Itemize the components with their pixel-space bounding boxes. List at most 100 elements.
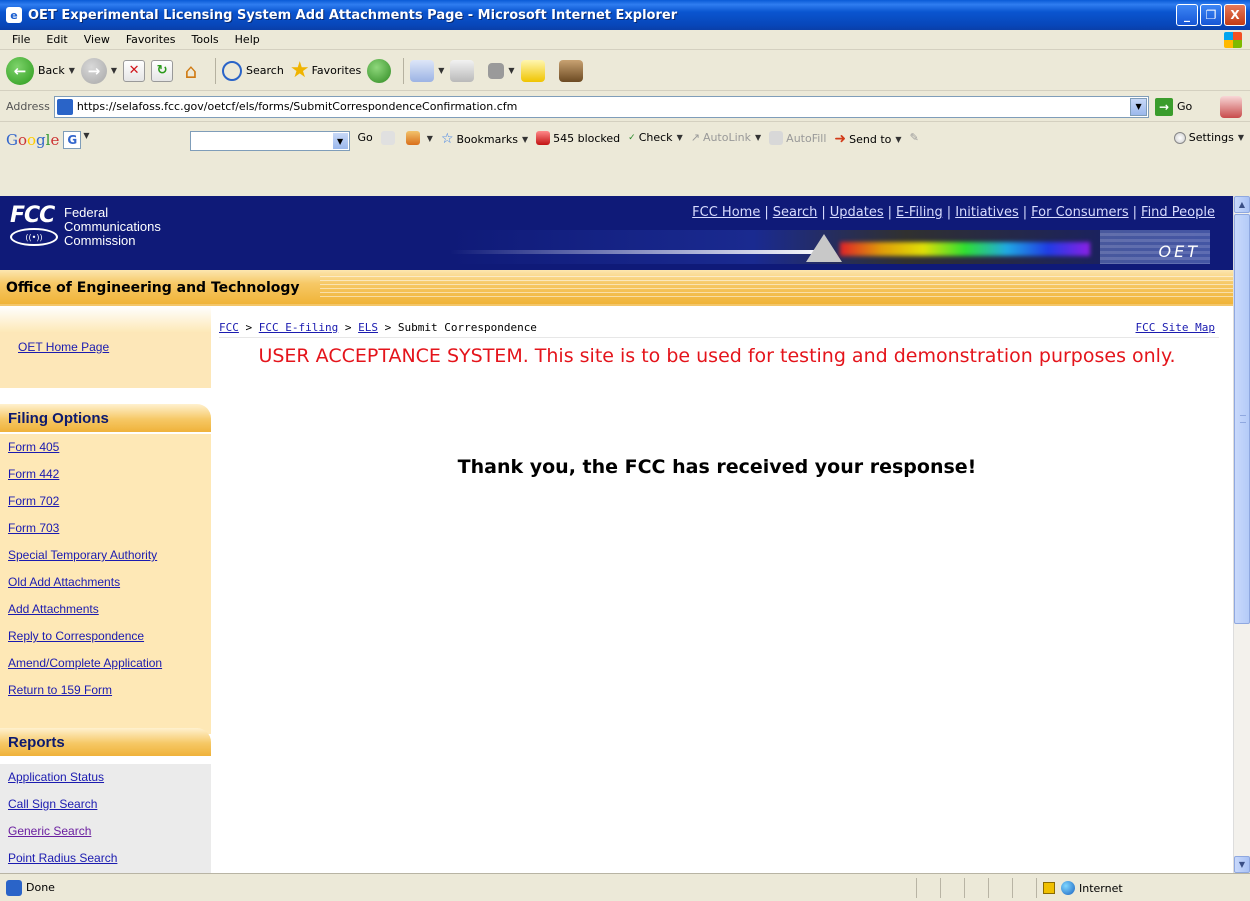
edit-button[interactable]: ▼ [488, 62, 515, 79]
menu-view[interactable]: View [76, 33, 118, 46]
pagerank-button[interactable]: ▼ [405, 131, 433, 145]
autolink-dropdown-icon[interactable]: ▼ [755, 133, 761, 142]
popup-blocker-button[interactable]: 545 blocked [536, 131, 620, 145]
nav-initiatives[interactable]: Initiatives [955, 205, 1019, 220]
pagerank-dropdown-icon[interactable]: ▼ [427, 134, 433, 143]
forward-dropdown-icon[interactable]: ▼ [111, 66, 117, 75]
print-icon [450, 59, 475, 82]
fcc-site-map-link[interactable]: FCC Site Map [1136, 321, 1215, 334]
breadcrumb-fcc[interactable]: FCC [219, 321, 239, 334]
menu-tools[interactable]: Tools [184, 33, 227, 46]
popup-blocked-count: 545 blocked [553, 131, 621, 145]
refresh-button[interactable]: ↻ [151, 59, 174, 82]
history-button[interactable] [367, 58, 392, 83]
sidebar-link-form-703[interactable]: Form 703 [0, 515, 211, 542]
google-go-button[interactable]: Go [358, 131, 373, 144]
status-pane [940, 878, 964, 898]
nav-separator: | [1132, 205, 1138, 220]
sendto-dropdown-icon[interactable]: ▼ [895, 135, 901, 144]
sidebar-link-application-status[interactable]: Application Status [0, 764, 211, 791]
bookmarks-dropdown-icon[interactable]: ▼ [522, 135, 528, 144]
sidebar-link-amend-complete-application[interactable]: Amend/Complete Application [0, 650, 211, 677]
settings-radio-icon [1173, 131, 1186, 144]
mail-dropdown-icon[interactable]: ▼ [438, 66, 444, 75]
breadcrumb-els[interactable]: ELS [358, 321, 378, 334]
nav-search[interactable]: Search [773, 205, 818, 220]
nav-updates[interactable]: Updates [830, 205, 884, 220]
links-icon[interactable] [1220, 95, 1242, 118]
forward-button[interactable]: → ▼ [80, 57, 117, 84]
search-button[interactable]: Search [222, 60, 284, 81]
nav-find-people[interactable]: Find People [1141, 205, 1215, 220]
sidebar-link-old-add-attachments[interactable]: Old Add Attachments [0, 569, 211, 596]
nav-for-consumers[interactable]: For Consumers [1031, 205, 1129, 220]
menu-edit[interactable]: Edit [38, 33, 75, 46]
sidebar-link-form-405[interactable]: Form 405 [0, 434, 211, 461]
sidebar-link-form-702[interactable]: Form 702 [0, 488, 211, 515]
internet-globe-icon [1061, 881, 1075, 895]
minimize-button[interactable]: _ [1176, 4, 1198, 26]
fcc-logo-word-commission: Commission [64, 233, 136, 248]
research-icon [558, 59, 583, 82]
nav-e-filing[interactable]: E-Filing [896, 205, 943, 220]
print-button[interactable] [450, 59, 482, 82]
sidebar-link-add-attachments[interactable]: Add Attachments [0, 596, 211, 623]
sidebar-link-point-radius-search[interactable]: Point Radius Search [0, 845, 211, 872]
bookmarks-label: Bookmarks [456, 132, 518, 146]
sidebar-link-oet-home[interactable]: OET Home Page [18, 340, 109, 354]
bookmarks-button[interactable]: ☆ Bookmarks ▼ [441, 131, 528, 147]
address-input[interactable]: https://selafoss.fcc.gov/oetcf/els/forms… [53, 95, 1150, 118]
highlight-button[interactable]: ✎ [910, 131, 919, 144]
google-search-dropdown-icon[interactable]: ▼ [332, 133, 348, 149]
window-title-bar[interactable]: e OET Experimental Licensing System Add … [0, 0, 1250, 30]
nav-fcc-home[interactable]: FCC Home [692, 205, 760, 220]
autolink-button[interactable]: ↗ AutoLink ▼ [691, 131, 761, 144]
menu-file[interactable]: File [4, 33, 38, 46]
back-dropdown-icon[interactable]: ▼ [69, 66, 75, 75]
close-button[interactable]: X [1224, 4, 1246, 26]
sendto-button[interactable]: ➜ Send to ▼ [834, 131, 901, 147]
google-menu-icon[interactable]: G [63, 131, 82, 149]
filing-options-header: Filing Options [0, 404, 211, 432]
autofill-button[interactable]: AutoFill [769, 131, 826, 145]
sidebar-link-call-sign-search[interactable]: Call Sign Search [0, 791, 211, 818]
research-button[interactable] [558, 59, 591, 82]
favorites-button[interactable]: ★ Favorites [290, 58, 361, 83]
sidebar-link-form-442[interactable]: Form 442 [0, 461, 211, 488]
zone-label: Internet [1079, 881, 1123, 895]
home-button[interactable]: ⌂ [179, 60, 203, 82]
menu-help[interactable]: Help [227, 33, 268, 46]
sidebar-link-generic-search[interactable]: Generic Search [0, 818, 211, 845]
scroll-down-arrow-icon[interactable]: ▼ [1234, 856, 1250, 873]
scroll-thumb[interactable] [1234, 214, 1250, 624]
address-dropdown-icon[interactable]: ▼ [1130, 97, 1148, 116]
toolbar-separator [403, 57, 405, 84]
scroll-up-arrow-icon[interactable]: ▲ [1234, 196, 1250, 213]
vertical-scrollbar[interactable]: ▲ ▼ [1233, 196, 1250, 873]
reports-title: Reports [8, 734, 65, 751]
sidebar-link-special-temporary-authority[interactable]: Special Temporary Authority [0, 542, 211, 569]
settings-dropdown-icon[interactable]: ▼ [1238, 133, 1244, 142]
spectrum-band [840, 242, 1090, 256]
google-settings-button[interactable]: Settings ▼ [1173, 131, 1244, 144]
back-button[interactable]: ← Back ▼ [6, 56, 75, 85]
security-zone[interactable]: Internet [1036, 878, 1123, 898]
google-search-input[interactable]: ▼ [189, 131, 350, 151]
sidebar-link-return-to-159-form[interactable]: Return to 159 Form [0, 677, 211, 704]
news-button[interactable] [380, 131, 398, 145]
favorites-star-icon: ★ [289, 58, 310, 83]
menu-favorites[interactable]: Favorites [118, 33, 184, 46]
mail-button[interactable]: ▼ [410, 59, 444, 82]
breadcrumb-fcc-e-filing[interactable]: FCC E-filing [259, 321, 338, 334]
stop-button[interactable]: ✕ [123, 59, 146, 82]
fcc-logo[interactable]: FCC ((•)) Federal Communications Commiss… [10, 205, 161, 248]
edit-dropdown-icon[interactable]: ▼ [508, 66, 514, 75]
go-button[interactable]: → Go [1155, 97, 1192, 116]
google-menu-dropdown-icon[interactable]: ▼ [83, 131, 89, 140]
sidebar-link-reply-to-correspondence[interactable]: Reply to Correspondence [0, 623, 211, 650]
check-dropdown-icon[interactable]: ▼ [677, 133, 683, 142]
spellcheck-button[interactable]: ✓ Check ▼ [628, 131, 683, 144]
nav-separator: | [1022, 205, 1028, 220]
discuss-button[interactable] [520, 59, 553, 82]
maximize-button[interactable]: ❐ [1200, 4, 1222, 26]
